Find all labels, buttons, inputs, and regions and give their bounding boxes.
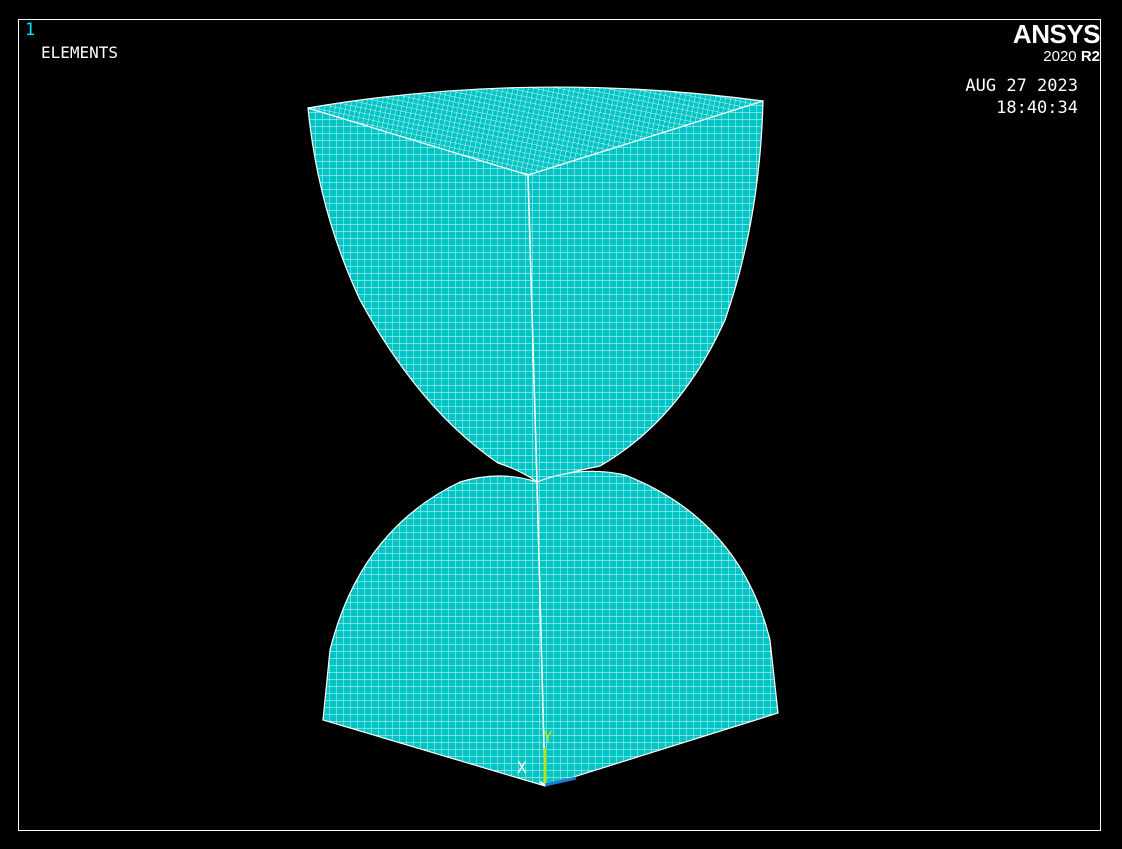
triad-x-label: X	[517, 758, 527, 777]
triad-y-label: Y	[543, 727, 553, 746]
lower-body-right-face-grid	[537, 471, 778, 786]
lower-body-left-face-grid	[323, 476, 545, 786]
element-mesh-plot[interactable]: X Y	[0, 0, 1122, 849]
graphics-viewport[interactable]: 1 ELEMENTS ANSYS 2020 R2 AUG 27 2023 18:…	[0, 0, 1122, 849]
